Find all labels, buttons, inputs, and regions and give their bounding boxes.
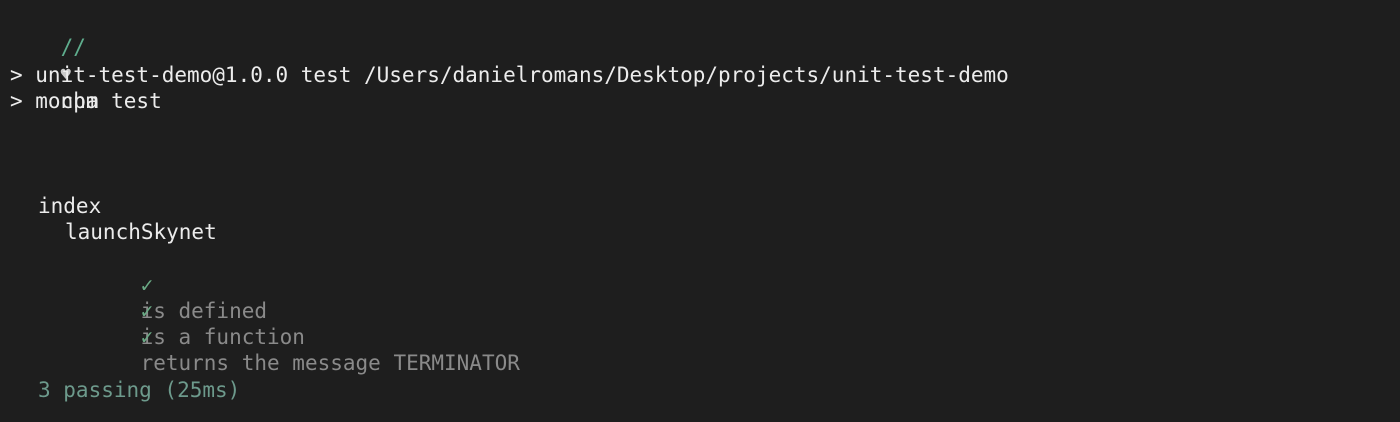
- suite-title: index: [38, 194, 102, 218]
- test-result-2: ✓ is a function: [90, 272, 305, 349]
- test-name: is a function: [140, 325, 305, 349]
- subsuite-title: launchSkynet: [65, 220, 217, 244]
- npm-output-line-2: > mocha: [10, 89, 99, 113]
- test-result-3: ✓ returns the message TERMINATOR: [90, 298, 520, 375]
- test-summary: 3 passing (25ms): [38, 378, 241, 402]
- command-prompt-line: // ♥ npm test: [10, 8, 162, 113]
- prompt-prefix: //: [60, 35, 86, 59]
- npm-output-line-1: > unit-test-demo@1.0.0 test /Users/danie…: [10, 63, 1009, 87]
- test-result-1: ✓ is defined: [90, 246, 267, 323]
- terminal-window[interactable]: // ♥ npm test > unit-test-demo@1.0.0 tes…: [0, 0, 1400, 422]
- check-icon: ✓: [140, 325, 154, 349]
- test-name: returns the message TERMINATOR: [140, 351, 520, 375]
